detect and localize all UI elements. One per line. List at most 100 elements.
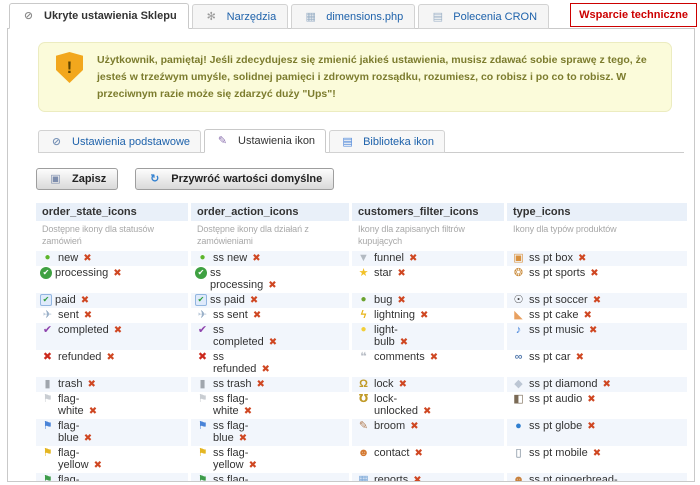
- icon-row-content: lightning✖: [374, 309, 431, 322]
- restore-defaults-button[interactable]: ↻ Przywróć wartości domyślne: [135, 168, 334, 190]
- delete-icon[interactable]: ✖: [250, 295, 258, 306]
- icon-row-content: star✖: [374, 267, 431, 280]
- completed-icon: ✔: [40, 324, 55, 336]
- delete-icon[interactable]: ✖: [410, 421, 418, 432]
- delete-icon[interactable]: ✖: [414, 448, 422, 459]
- delete-icon[interactable]: ✖: [113, 268, 121, 279]
- delete-icon[interactable]: ✖: [397, 295, 405, 306]
- icon-row: ✔paid✖: [36, 293, 188, 308]
- delete-icon[interactable]: ✖: [409, 253, 417, 264]
- car-icon: ∞: [511, 351, 526, 363]
- icon-label: ss paid: [210, 294, 245, 306]
- warning-box: ! Użytkownik, pamiętaj! Jeśli zdecydujes…: [38, 42, 672, 112]
- tab-ustawienia-ikon[interactable]: ✎Ustawienia ikon: [204, 129, 326, 153]
- delete-icon[interactable]: ✖: [587, 421, 595, 432]
- tab-label: Ustawienia podstawowe: [72, 136, 190, 148]
- delete-icon[interactable]: ✖: [249, 460, 257, 471]
- tab-polecenia-cron[interactable]: ▤Polecenia CRON: [418, 4, 549, 29]
- delete-icon[interactable]: ✖: [602, 379, 610, 390]
- delete-icon[interactable]: ✖: [589, 325, 597, 336]
- tab-label: dimensions.php: [326, 11, 403, 23]
- delete-icon[interactable]: ✖: [400, 337, 408, 348]
- delete-icon[interactable]: ✖: [261, 364, 269, 375]
- tab-biblioteka-ikon[interactable]: ▤Biblioteka ikon: [329, 130, 445, 153]
- icon-row-content: contact✖: [374, 447, 431, 460]
- icon-row: ●new✖: [36, 251, 188, 266]
- flag-yellow-icon: ⚑: [195, 447, 210, 459]
- delete-icon[interactable]: ✖: [114, 325, 122, 336]
- tab-dimensions.php[interactable]: ▦dimensions.php: [291, 4, 415, 29]
- icon-row: ◧ss pt audio✖: [507, 392, 687, 419]
- icon-row-content: reports✖: [374, 474, 431, 482]
- column-header: order_action_icons: [191, 203, 349, 221]
- icon-label: paid: [55, 294, 76, 306]
- audio-icon: ◧: [511, 393, 526, 405]
- icon-label: lock-unlocked: [374, 393, 418, 417]
- hidden-eye-icon: ⊘: [21, 10, 36, 22]
- delete-icon[interactable]: ✖: [106, 352, 114, 363]
- eye-basic-icon: ⊘: [49, 136, 64, 148]
- delete-icon[interactable]: ✖: [89, 406, 97, 417]
- tab-ustawienia-podstawowe[interactable]: ⊘ Ustawienia podstawowe: [38, 130, 201, 153]
- icon-label: flag-white: [58, 393, 84, 417]
- icon-row-content: sent✖: [58, 309, 113, 322]
- icon-label: ss processing: [210, 267, 263, 291]
- icon-row-content: flag-white ✖: [58, 393, 113, 418]
- delete-icon[interactable]: ✖: [81, 295, 89, 306]
- delete-icon[interactable]: ✖: [94, 460, 102, 471]
- icon-label: ss sent: [213, 309, 248, 321]
- diamond-icon: ◆: [511, 378, 526, 390]
- icon-label: ss pt soccer: [529, 294, 588, 306]
- delete-icon[interactable]: ✖: [269, 337, 277, 348]
- icon-row-content: ss new✖: [213, 252, 271, 265]
- delete-icon[interactable]: ✖: [413, 475, 421, 482]
- delete-icon[interactable]: ✖: [397, 268, 405, 279]
- icon-row-content: new✖: [58, 252, 113, 265]
- icon-label: ss completed: [213, 324, 264, 348]
- delete-icon[interactable]: ✖: [257, 379, 265, 390]
- icon-row-content: ss completed✖: [213, 324, 271, 349]
- delete-icon[interactable]: ✖: [423, 406, 431, 417]
- refunded-icon: ✖: [40, 351, 55, 363]
- icon-row: ●ss pt globe✖: [507, 419, 687, 446]
- icon-row: ⚑ss flag-green✖: [191, 473, 349, 482]
- delete-icon[interactable]: ✖: [584, 310, 592, 321]
- delete-icon[interactable]: ✖: [239, 433, 247, 444]
- support-badge[interactable]: Wsparcie techniczne: [570, 3, 697, 27]
- delete-icon[interactable]: ✖: [87, 379, 95, 390]
- icon-row: ∞ss pt car✖: [507, 350, 687, 377]
- delete-icon[interactable]: ✖: [268, 280, 276, 291]
- tab-narzędzia[interactable]: ✻Narzędzia: [192, 4, 289, 29]
- delete-icon[interactable]: ✖: [576, 352, 584, 363]
- save-button[interactable]: ▣ Zapisz: [36, 168, 118, 190]
- delete-icon[interactable]: ✖: [399, 379, 407, 390]
- delete-icon[interactable]: ✖: [252, 253, 260, 264]
- delete-icon[interactable]: ✖: [430, 352, 438, 363]
- icon-row: ❝comments✖: [352, 350, 504, 377]
- delete-icon[interactable]: ✖: [420, 310, 428, 321]
- cake-icon: ◣: [511, 309, 526, 321]
- icon-row: ⚑flag-white✖: [36, 392, 188, 419]
- light-bulb-icon: ●: [356, 324, 371, 336]
- delete-icon[interactable]: ✖: [593, 295, 601, 306]
- contact-icon: ☻: [356, 447, 371, 459]
- icon-row-content: flag-green✖: [58, 474, 113, 482]
- delete-icon[interactable]: ✖: [253, 310, 261, 321]
- icon-row-content: ss pt globe✖: [529, 420, 633, 433]
- flag-blue-icon: ⚑: [195, 420, 210, 432]
- toolbar: ▣ Zapisz ↻ Przywróć wartości domyślne: [36, 168, 694, 190]
- paid-icon: ✔: [195, 294, 207, 306]
- delete-icon[interactable]: ✖: [244, 406, 252, 417]
- icon-row: ✖ss refunded✖: [191, 350, 349, 377]
- delete-icon[interactable]: ✖: [590, 268, 598, 279]
- save-icon: ▣: [48, 173, 63, 185]
- delete-icon[interactable]: ✖: [593, 448, 601, 459]
- tab-ukryte-ustawienia-sklepu[interactable]: ⊘Ukryte ustawienia Sklepu: [9, 3, 189, 29]
- delete-icon[interactable]: ✖: [84, 433, 92, 444]
- delete-icon[interactable]: ✖: [83, 253, 91, 264]
- delete-icon[interactable]: ✖: [587, 394, 595, 405]
- delete-icon[interactable]: ✖: [578, 253, 586, 264]
- delete-icon[interactable]: ✖: [84, 310, 92, 321]
- icon-label: ss pt box: [529, 252, 573, 264]
- flag-blue-icon: ⚑: [40, 420, 55, 432]
